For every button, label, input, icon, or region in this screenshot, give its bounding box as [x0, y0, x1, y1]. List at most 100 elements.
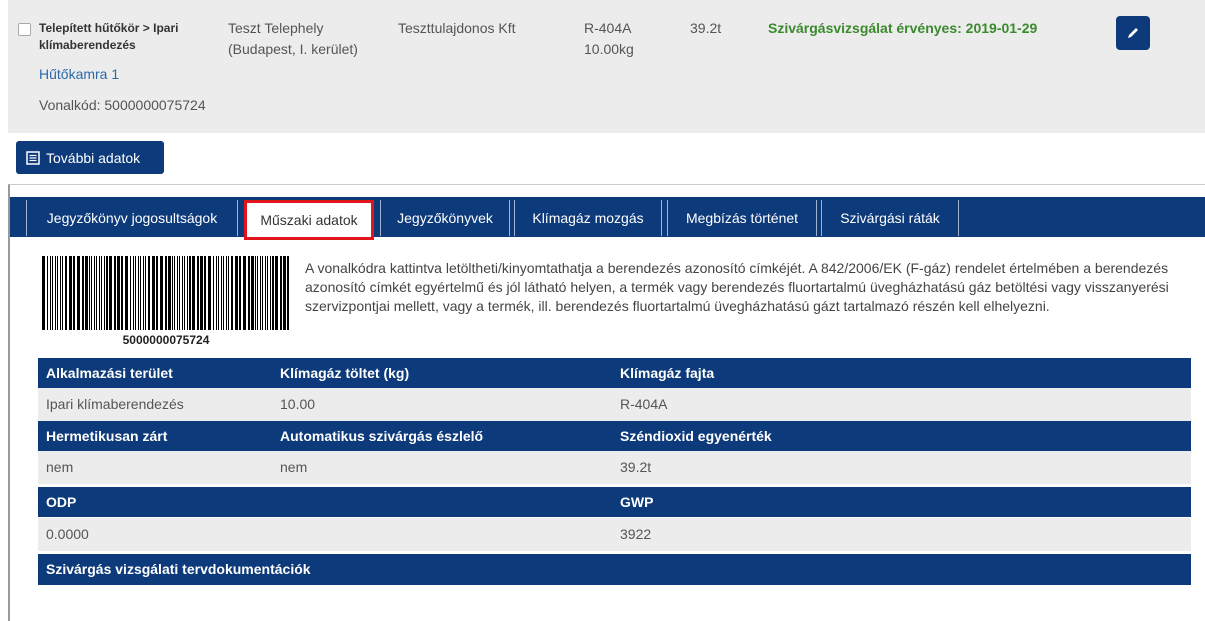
barcode-bar	[152, 256, 155, 330]
barcode-bar	[239, 256, 241, 330]
tab-gas-movement[interactable]: Klímagáz mozgás	[514, 200, 662, 236]
barcode-bar	[117, 256, 120, 330]
barcode-bar	[160, 256, 163, 330]
barcode-bar	[265, 256, 266, 330]
barcode-bar	[197, 256, 199, 330]
th-odp: ODP	[46, 494, 77, 510]
status-text: Szivárgásvizsgálat érvényes: 2019-01-29	[768, 20, 1038, 36]
td-odp: 0.0000	[46, 526, 89, 542]
barcode-bar	[221, 256, 222, 330]
barcode-bar	[235, 256, 238, 330]
barcode-bar	[187, 256, 188, 330]
th-gas-charge: Klímagáz töltet (kg)	[280, 365, 410, 381]
barcode-bar	[200, 256, 203, 330]
pencil-icon	[1128, 28, 1138, 38]
th-co2-equivalent: Széndioxid egyenérték	[620, 428, 772, 444]
barcode-bar	[174, 256, 175, 330]
td-hermetic: nem	[46, 459, 74, 475]
barcode-bar	[140, 256, 141, 330]
th-gwp: GWP	[620, 494, 654, 510]
equipment-category-line2: klímaberendezés	[39, 38, 136, 52]
barcode-bar	[101, 256, 102, 330]
barcode-bar	[223, 256, 224, 330]
barcode-label: Vonalkód: 5000000075724	[39, 97, 206, 113]
td-auto-leak-detector: nem	[280, 459, 308, 475]
barcode-bar	[270, 256, 271, 330]
barcode-bar	[280, 256, 282, 330]
table-header-row-2: Hermetikusan zárt Automatikus szivárgás …	[38, 421, 1191, 451]
more-data-button[interactable]: További adatok	[16, 141, 164, 174]
barcode-bar	[96, 256, 97, 330]
tab-reports[interactable]: Jegyzőkönyvek	[380, 200, 510, 236]
barcode-bar	[62, 256, 63, 330]
barcode-bar	[257, 256, 258, 330]
barcode-bar	[85, 256, 88, 330]
barcode-description: A vonalkódra kattintva letöltheti/kinyom…	[305, 260, 1169, 314]
barcode-bar	[168, 256, 171, 330]
barcode-bar	[104, 256, 105, 330]
table-row-1: Ipari klímaberendezés 10.00 R-404A	[38, 388, 1191, 421]
co2-equivalent: 39.2t	[690, 20, 722, 36]
barcode-bar	[208, 256, 211, 330]
td-application-area: Ipari klímaberendezés	[46, 396, 184, 412]
barcode-bar	[243, 256, 246, 330]
th-hermetic: Hermetikusan zárt	[46, 428, 168, 444]
td-gas-type: R-404A	[620, 396, 668, 412]
barcode-bar	[184, 256, 185, 330]
barcode-image[interactable]	[42, 256, 290, 330]
barcode-bar	[121, 256, 123, 330]
barcode-bar	[177, 256, 178, 330]
barcode-bar	[228, 256, 229, 330]
barcode-bar	[106, 256, 108, 330]
td-gas-charge: 10.00	[280, 396, 316, 412]
barcode-bar	[109, 256, 112, 330]
site-line2: (Budapest, I. kerület)	[228, 41, 358, 57]
barcode-bar	[73, 256, 75, 330]
tab-order-history[interactable]: Megbízás történet	[667, 200, 817, 236]
room-link[interactable]: Hűtőkamra 1	[39, 66, 119, 82]
gas-type: R-404A	[584, 20, 632, 36]
barcode-bar	[65, 256, 67, 330]
barcode-number: 5000000075724	[122, 333, 210, 347]
barcode-bar	[60, 256, 61, 330]
barcode-bar	[267, 256, 268, 330]
barcode-bar	[47, 256, 48, 330]
row-checkbox[interactable]	[18, 23, 31, 36]
barcode-bar	[133, 256, 134, 330]
barcode-bar	[135, 256, 136, 330]
th-application-area: Alkalmazási terület	[46, 365, 173, 381]
barcode-bar	[179, 256, 180, 330]
barcode-bar	[251, 256, 254, 330]
equipment-category: Telepített hűtőkör > Ipari klímaberendez…	[39, 20, 178, 54]
tab-permissions[interactable]: Jegyzőkönyv jogosultságok	[26, 200, 238, 236]
list-icon	[26, 150, 40, 165]
barcode-bar	[283, 256, 286, 330]
td-co2-equivalent: 39.2t	[620, 459, 652, 475]
tab-technical-data[interactable]: Műszaki adatok	[244, 200, 374, 240]
barcode-bar	[50, 256, 51, 330]
tab-leak-rates[interactable]: Szivárgási ráták	[821, 200, 959, 236]
barcode-bar	[77, 256, 80, 330]
td-gwp: 3922	[620, 526, 652, 542]
barcode-bar	[287, 256, 289, 330]
barcode-bar	[52, 256, 53, 330]
th-leak-test-docs: Szivárgás vizsgálati tervdokumentációk	[46, 561, 311, 577]
barcode-bar	[213, 256, 214, 330]
barcode-bar	[42, 256, 45, 330]
barcode-bar	[182, 256, 183, 330]
table-header-row-1: Alkalmazási terület Klímagáz töltet (kg)…	[38, 358, 1191, 388]
th-gas-type: Klímagáz fajta	[620, 365, 715, 381]
barcode-bar	[231, 256, 233, 330]
barcode-bar	[114, 256, 116, 330]
barcode-bar	[226, 256, 227, 330]
barcode-bar	[55, 256, 56, 330]
th-auto-leak-detector: Automatikus szivárgás észlelő	[280, 428, 484, 444]
edit-button[interactable]	[1116, 16, 1150, 50]
barcode-bar	[156, 256, 158, 330]
barcode-bar	[260, 256, 261, 330]
barcode-bar	[275, 256, 278, 330]
barcode-bar	[143, 256, 144, 330]
barcode-bar	[192, 256, 195, 330]
site-name: Teszt Telephely (Budapest, I. kerület)	[228, 18, 358, 60]
barcode-bar	[145, 256, 146, 330]
